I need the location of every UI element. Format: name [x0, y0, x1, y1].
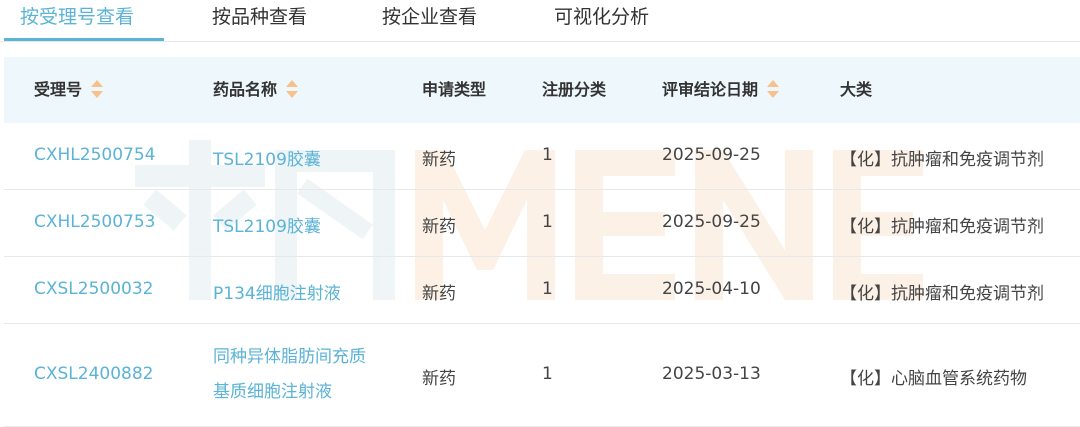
registration-class: 1	[542, 364, 553, 384]
registration-class: 1	[542, 145, 553, 165]
header-review-date-label: 评审结论日期	[662, 80, 759, 99]
header-application-type: 申请类型	[422, 80, 487, 99]
header-category: 大类	[840, 80, 873, 99]
category: 【化】抗肿瘤和免疫调节剂	[840, 217, 1044, 237]
review-results-table: 受理号 药品名称 申请类型 注册分类 评审结论日期 大类 CXHL2500754…	[4, 57, 1080, 427]
table-row: CXHL2500754 TSL2109胶囊 新药 1 2025-09-25 【化…	[4, 123, 1080, 190]
tab-bar: 按受理号查看 按品种查看 按企业查看 可视化分析	[0, 0, 1080, 42]
header-review-date: 评审结论日期	[662, 57, 780, 123]
drug-name-link[interactable]: P134细胞注射液	[213, 279, 341, 304]
category: 【化】抗肿瘤和免疫调节剂	[840, 150, 1044, 170]
registration-class: 1	[542, 212, 553, 232]
table-row: CXSL2400882 同种异体脂肪间充质 基质细胞注射液 新药 1 2025-…	[4, 324, 1080, 427]
category: 【化】心脑血管系统药物	[840, 369, 1027, 389]
drug-name-link[interactable]: TSL2109胶囊	[213, 212, 321, 237]
header-accept-no-label: 受理号	[34, 80, 83, 99]
registration-class: 1	[542, 279, 553, 299]
header-registration-class: 注册分类	[542, 80, 607, 99]
tab-by-variety[interactable]: 按品种查看	[212, 0, 307, 38]
accept-no-link[interactable]: CXHL2500753	[34, 212, 155, 232]
header-accept-no: 受理号	[34, 57, 104, 123]
accept-no-link[interactable]: CXSL2500032	[34, 279, 154, 299]
sort-icon[interactable]	[766, 78, 780, 100]
accept-no-link[interactable]: CXSL2400882	[34, 364, 154, 384]
review-date: 2025-09-25	[662, 145, 761, 165]
page: 按受理号查看 按品种查看 按企业查看 可视化分析 受理号 药品名称 申请类型 注…	[0, 0, 1080, 427]
drug-name-line-1: 同种异体脂肪间充质	[213, 347, 366, 367]
drug-name-line-2: 基质细胞注射液	[213, 382, 332, 402]
table-header: 受理号 药品名称 申请类型 注册分类 评审结论日期 大类	[4, 57, 1080, 123]
accept-no-link[interactable]: CXHL2500754	[34, 145, 155, 165]
application-type: 新药	[422, 284, 456, 304]
header-drug-name-label: 药品名称	[213, 80, 278, 99]
active-tab-underline	[4, 38, 164, 41]
sort-icon[interactable]	[285, 78, 299, 100]
application-type: 新药	[422, 369, 456, 389]
tab-visual-analysis[interactable]: 可视化分析	[554, 0, 649, 38]
application-type: 新药	[422, 150, 456, 170]
sort-icon[interactable]	[90, 78, 104, 100]
table-row: CXSL2500032 P134细胞注射液 新药 1 2025-04-10 【化…	[4, 257, 1080, 324]
tab-by-company[interactable]: 按企业查看	[382, 0, 477, 38]
application-type: 新药	[422, 217, 456, 237]
review-date: 2025-09-25	[662, 212, 761, 232]
review-date: 2025-04-10	[662, 279, 761, 299]
header-drug-name: 药品名称	[213, 57, 299, 123]
tab-by-acceptance-no[interactable]: 按受理号查看	[20, 0, 134, 38]
drug-name-link[interactable]: TSL2109胶囊	[213, 145, 321, 170]
drug-name-link[interactable]: 同种异体脂肪间充质 基质细胞注射液	[213, 340, 366, 410]
category: 【化】抗肿瘤和免疫调节剂	[840, 284, 1044, 304]
table-row: CXHL2500753 TSL2109胶囊 新药 1 2025-09-25 【化…	[4, 190, 1080, 257]
review-date: 2025-03-13	[662, 364, 761, 384]
